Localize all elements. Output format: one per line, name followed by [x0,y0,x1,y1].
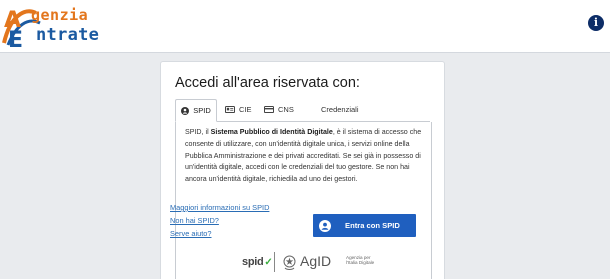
tab-spid-label: SPID [193,106,211,115]
description-text-end: , è il sistema di accesso che consente d… [185,128,422,184]
tab-spid[interactable]: SPID [175,99,217,122]
agid-logo-subtitle: Agenzia per l'Italia Digitale [346,255,374,266]
logo-text-agenzia: genzia [31,6,89,24]
login-title: Accedi all'area riservata con: [175,75,360,91]
login-tabs: SPID CIE CNS Credenziali [175,99,430,122]
agid-logo-text: AgID [300,253,332,269]
link-no-spid[interactable]: Non hai SPID? [170,216,219,225]
agid-sub-line2: l'Italia Digitale [346,260,375,266]
logo-divider [274,252,275,272]
user-icon [319,219,331,232]
logo-text-entrate: ntrate [36,25,100,45]
spid-logo: spid✓ [242,256,273,268]
description-text-start: SPID, il [185,128,211,136]
tab-cns[interactable]: CNS [264,99,294,120]
agenzia-entrate-logo[interactable]: A E genzia ntrate [2,3,122,49]
italian-emblem-icon [283,255,296,270]
login-card: Accedi all'area riservata con: SPID CIE [160,61,445,279]
tab-cie-label: CIE [239,105,252,114]
spid-logo-text: spid [242,256,264,268]
tab-cns-label: CNS [278,105,294,114]
agid-sub-line1: Agenzia per [346,255,371,260]
id-card-icon [225,106,235,113]
tab-credenziali-label: Credenziali [321,105,359,114]
site-header: A E genzia ntrate i [0,0,610,53]
description-bold: Sistema Pubblico di Identità Digitale [210,128,333,136]
link-more-info-spid[interactable]: Maggiori informazioni su SPID [170,203,269,212]
check-icon: ✓ [264,257,273,268]
enter-with-spid-button[interactable]: Entra con SPID [313,214,416,237]
smart-card-icon [264,106,274,113]
spid-description: SPID, il Sistema Pubblico di Identità Di… [185,127,427,186]
tab-cie[interactable]: CIE [225,99,252,120]
user-circle-icon [181,106,190,115]
svg-text:E: E [8,28,23,49]
footer-logos: spid✓ AgID Agenzia per l'Italia Digitale [236,251,396,275]
tab-credenziali[interactable]: Credenziali [321,99,359,120]
link-help[interactable]: Serve aiuto? [170,229,212,238]
enter-with-spid-label: Entra con SPID [345,221,400,230]
info-icon[interactable]: i [588,15,604,31]
